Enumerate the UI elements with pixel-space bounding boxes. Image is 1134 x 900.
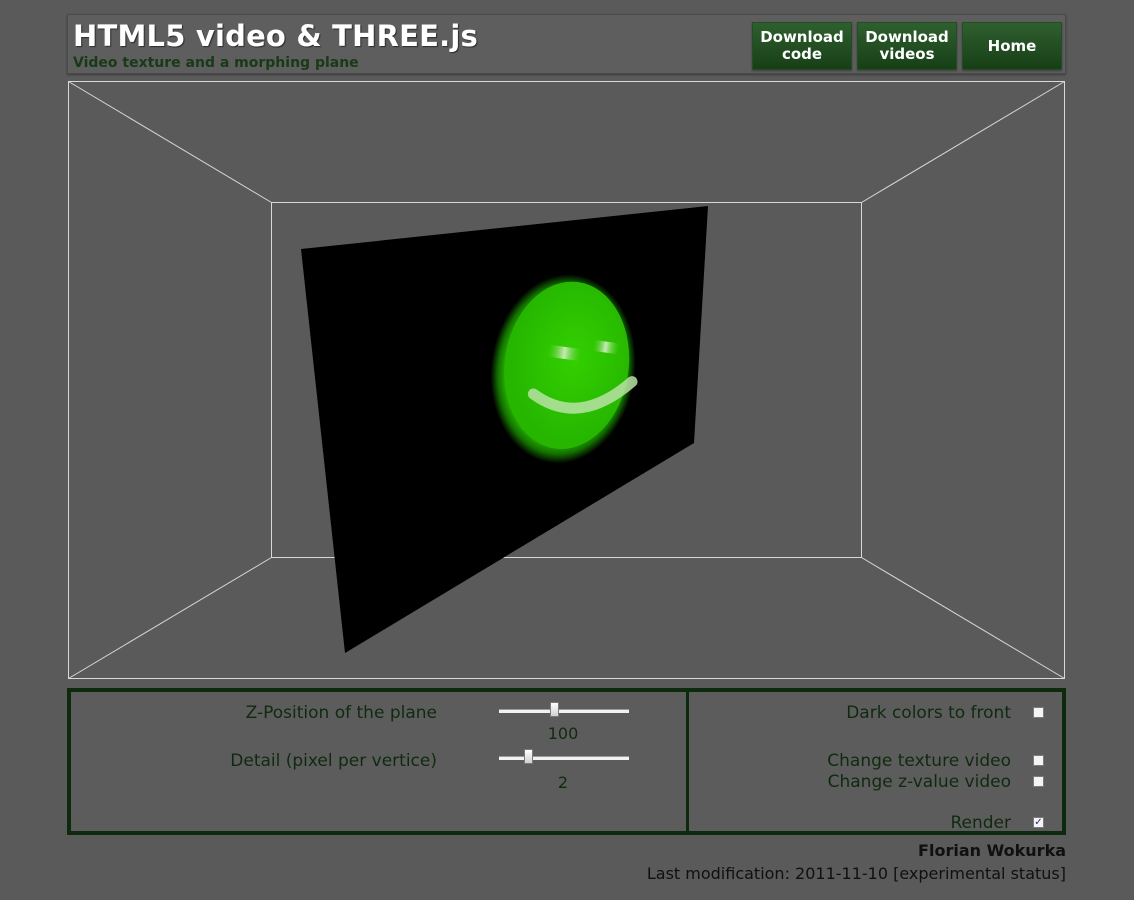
render-checkbox[interactable]: ✓ bbox=[1033, 817, 1044, 828]
z-position-label: Z-Position of the plane bbox=[245, 703, 437, 723]
room-edge-top-right bbox=[861, 81, 1065, 203]
home-label: Home bbox=[987, 36, 1037, 55]
detail-slider[interactable] bbox=[499, 748, 629, 768]
control-panel: Z-Position of the plane 100 Detail (pixe… bbox=[67, 688, 1066, 835]
room-edge-top-left bbox=[68, 81, 272, 203]
change-texture-label: Change texture video bbox=[827, 751, 1011, 771]
change-texture-checkbox[interactable] bbox=[1033, 755, 1044, 766]
detail-value: 2 bbox=[557, 773, 569, 792]
dark-colors-checkbox[interactable] bbox=[1033, 707, 1044, 718]
scene-canvas bbox=[68, 81, 1065, 679]
home-button[interactable]: Home bbox=[962, 22, 1062, 70]
download-code-label: Download code bbox=[760, 28, 844, 63]
page-title: HTML5 video & THREE.js bbox=[73, 19, 478, 53]
download-videos-button[interactable]: Download videos bbox=[857, 22, 957, 70]
last-modification: Last modification: 2011-11-10 [experimen… bbox=[646, 864, 1066, 883]
change-z-checkbox[interactable] bbox=[1033, 776, 1044, 787]
slider-track bbox=[499, 756, 629, 760]
slider-thumb[interactable] bbox=[524, 749, 533, 764]
download-code-button[interactable]: Download code bbox=[752, 22, 852, 70]
page-subtitle: Video texture and a morphing plane bbox=[73, 55, 359, 71]
room-edge-bottom-right bbox=[861, 557, 1065, 679]
dark-colors-label: Dark colors to front bbox=[846, 703, 1011, 723]
z-position-value: 100 bbox=[547, 724, 579, 743]
detail-label: Detail (pixel per vertice) bbox=[230, 751, 437, 771]
room-edge-bottom-left bbox=[68, 557, 272, 679]
webgl-viewport[interactable] bbox=[67, 80, 1066, 680]
z-position-slider[interactable] bbox=[499, 701, 629, 721]
change-z-label: Change z-value video bbox=[827, 772, 1011, 792]
download-videos-label: Download videos bbox=[865, 28, 949, 63]
slider-thumb[interactable] bbox=[550, 702, 559, 717]
render-label: Render bbox=[950, 813, 1011, 833]
author-name: Florian Wokurka bbox=[918, 841, 1066, 860]
panel-divider bbox=[686, 692, 689, 831]
page-header: HTML5 video & THREE.js Video texture and… bbox=[67, 14, 1066, 74]
slider-track bbox=[499, 709, 629, 713]
